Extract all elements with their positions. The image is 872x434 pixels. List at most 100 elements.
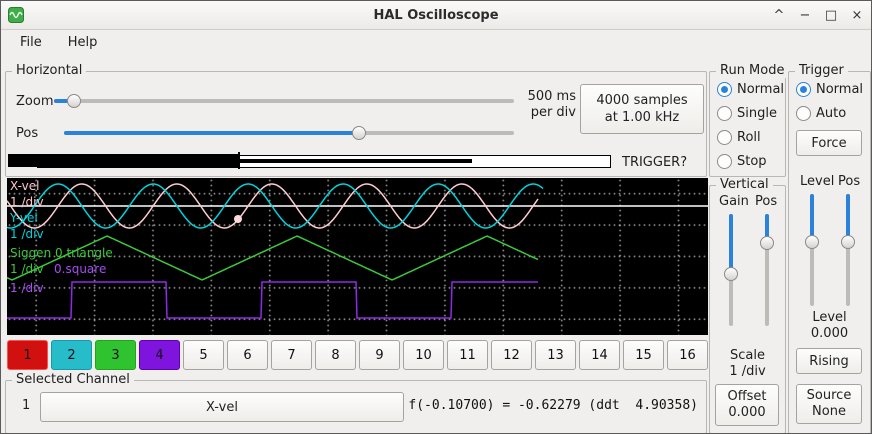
trigger-source-value: None	[812, 404, 846, 420]
gain-slider-handle[interactable]	[724, 267, 738, 281]
trigger-level-slider[interactable]	[804, 194, 820, 306]
scope-channel-label: 1 /div	[10, 195, 44, 209]
minimize-icon[interactable]: −	[797, 8, 813, 23]
radio-label: Roll	[737, 130, 761, 145]
offset-value: 0.000	[728, 405, 765, 421]
samples-button[interactable]: 4000 samples at 1.00 kHz	[580, 84, 704, 134]
selected-channel-group-label: Selected Channel	[12, 372, 134, 387]
trigger-source-button[interactable]: Source None	[796, 384, 862, 424]
trigger-group-label: Trigger	[795, 63, 848, 78]
app-window: HAL Oscilloscope ^ − □ × File Help Horiz…	[0, 0, 872, 434]
trigger-pos-column-label: Pos	[838, 174, 860, 189]
channel-button-2[interactable]: 2	[51, 340, 92, 370]
trigger-option-normal[interactable]: Normal	[796, 82, 870, 97]
run-mode-option-normal[interactable]: Normal	[717, 82, 785, 97]
shade-icon[interactable]: ^	[771, 8, 787, 23]
trigger-pos-slider-handle[interactable]	[841, 235, 855, 249]
maximize-icon[interactable]: □	[823, 8, 839, 23]
trigger-level-slider-fill	[810, 194, 814, 241]
zoom-slider[interactable]	[54, 93, 514, 109]
zoom-slider-fill	[54, 99, 68, 103]
channel-button-8[interactable]: 8	[315, 340, 356, 370]
waveform-square	[7, 282, 538, 318]
capture-timeline[interactable]	[8, 152, 614, 170]
gain-slider-fill	[729, 214, 733, 274]
slope-button[interactable]: Rising	[796, 348, 862, 374]
offset-button[interactable]: Offset 0.000	[715, 384, 779, 426]
channel-button-7[interactable]: 7	[271, 340, 312, 370]
horizontal-pos-slider[interactable]	[64, 125, 514, 141]
vertical-pos-slider-fill	[765, 214, 769, 239]
channel-button-6[interactable]: 6	[227, 340, 268, 370]
force-button[interactable]: Force	[796, 130, 862, 156]
run-mode-option-stop[interactable]: Stop	[717, 154, 785, 169]
horizontal-group: Horizontal Zoom 500 ms per div 4000 samp…	[5, 71, 707, 177]
channel-button-4[interactable]: 4	[139, 340, 180, 370]
gain-slider[interactable]	[723, 214, 739, 326]
scale-label: Scale	[710, 348, 785, 363]
radio-icon[interactable]	[717, 106, 732, 121]
run-mode-option-roll[interactable]: Roll	[717, 130, 785, 145]
samples-line2: at 1.00 kHz	[605, 109, 679, 126]
channel-button-12[interactable]: 12	[491, 340, 532, 370]
run-mode-group-label: Run Mode	[716, 63, 788, 78]
menubar: File Help	[1, 29, 871, 55]
vertical-pos-slider[interactable]	[759, 214, 775, 326]
menu-file[interactable]: File	[11, 32, 51, 53]
trigger-level-readout-value: 0.000	[789, 326, 870, 341]
trigger-options: Normal Auto	[796, 82, 870, 130]
trigger-hint-label: TRIGGER?	[622, 155, 687, 170]
channel-button-3[interactable]: 3	[95, 340, 136, 370]
channel-button-1[interactable]: 1	[7, 340, 48, 370]
channel-name-button[interactable]: X-vel	[40, 392, 404, 422]
trigger-group: Trigger NormalAuto Force Level Pos Level…	[788, 71, 871, 434]
selected-channel-number: 1	[22, 398, 30, 413]
radio-icon[interactable]	[717, 154, 732, 169]
radio-icon[interactable]	[796, 106, 811, 121]
vertical-group: Vertical Gain Pos Scale 1 /div Offset 0.…	[709, 185, 786, 434]
channel-button-16[interactable]: 16	[667, 340, 708, 370]
channel-button-15[interactable]: 15	[623, 340, 664, 370]
radio-label: Single	[737, 106, 777, 121]
vertical-pos-slider-handle[interactable]	[760, 236, 774, 250]
horizontal-group-label: Horizontal	[12, 63, 86, 78]
vertical-pos-column-label: Pos	[755, 194, 777, 209]
radio-icon[interactable]	[717, 130, 732, 145]
timeline-trigger-cursor[interactable]	[238, 152, 240, 169]
trigger-level-column-label: Level	[800, 174, 834, 189]
window-title: HAL Oscilloscope	[1, 8, 871, 23]
run-mode-group: Run Mode NormalSingleRollStop	[709, 71, 786, 177]
run-mode-option-single[interactable]: Single	[717, 106, 785, 121]
scope-channel-label: 0.square	[54, 262, 106, 276]
channel-button-13[interactable]: 13	[535, 340, 576, 370]
scope-channel-label: X-vel	[10, 179, 39, 193]
channel-button-11[interactable]: 11	[447, 340, 488, 370]
channel-button-9[interactable]: 9	[359, 340, 400, 370]
radio-icon[interactable]	[717, 82, 732, 97]
timeline-filled-region	[8, 154, 240, 167]
scope-channel-label: 1 /div	[10, 281, 44, 295]
radio-icon[interactable]	[796, 82, 811, 97]
channel-buttons: 12345678910111213141516	[7, 340, 708, 370]
vertical-group-label: Vertical	[716, 177, 773, 192]
pos-slider-handle[interactable]	[352, 126, 366, 140]
trigger-source-label: Source	[807, 388, 852, 404]
channel-button-5[interactable]: 5	[183, 340, 224, 370]
menu-help[interactable]: Help	[59, 32, 107, 53]
trigger-level-slider-handle[interactable]	[805, 235, 819, 249]
radio-label: Auto	[816, 106, 846, 121]
trigger-option-auto[interactable]: Auto	[796, 106, 870, 121]
trigger-pos-slider[interactable]	[840, 194, 856, 306]
scope-display[interactable]: X-vel1 /divY-vel1 /divSiggen 0.triangle1…	[7, 178, 708, 335]
scope-channel-label: 1 /div	[10, 227, 44, 241]
offset-label: Offset	[727, 389, 766, 405]
zoom-slider-handle[interactable]	[67, 94, 81, 108]
trigger-point-dot	[234, 215, 242, 223]
titlebar: HAL Oscilloscope ^ − □ ×	[1, 1, 871, 30]
run-mode-options: Normal Single Roll Stop	[717, 82, 785, 178]
radio-label: Stop	[737, 154, 767, 169]
close-icon[interactable]: ×	[849, 8, 865, 23]
channel-button-14[interactable]: 14	[579, 340, 620, 370]
pos-slider-fill	[64, 131, 361, 135]
channel-button-10[interactable]: 10	[403, 340, 444, 370]
